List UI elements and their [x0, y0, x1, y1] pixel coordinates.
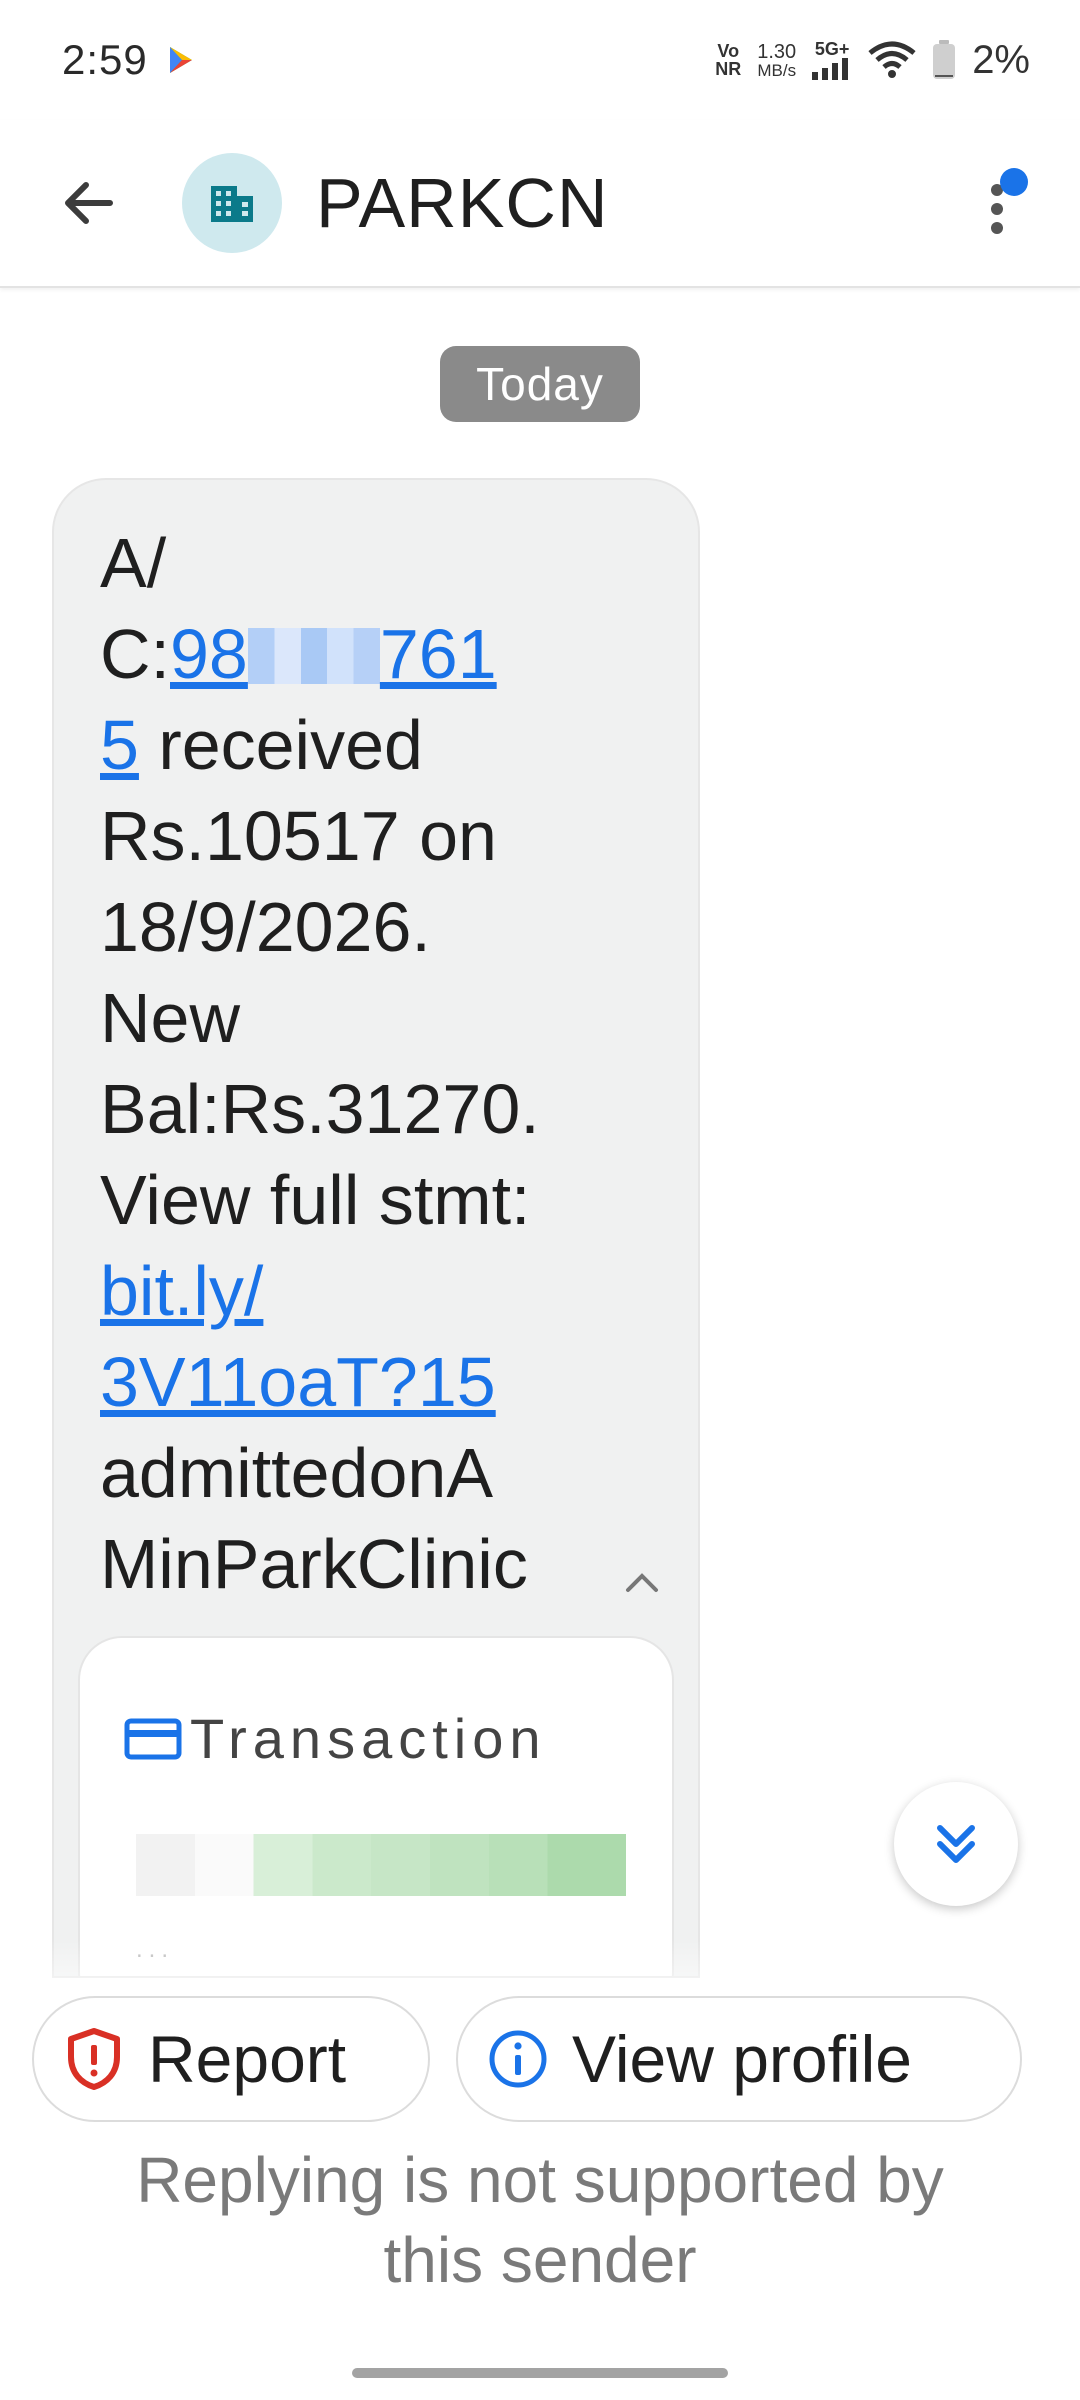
data-speed: 1.30 MB/s	[757, 42, 796, 79]
credit-card-icon	[124, 1718, 182, 1759]
arrow-left-icon	[65, 182, 113, 224]
more-options-button[interactable]	[972, 160, 1052, 250]
shield-alert-icon	[62, 2027, 126, 2091]
card-title: Transaction	[190, 1707, 547, 1770]
message-text: A/ C:98 761 5 received Rs.10517 on 18/9/2…	[100, 518, 640, 1610]
status-bar: 2:59 Vo NR 1.30 MB/s 5G+ 2%	[0, 0, 1080, 120]
reply-note-line: Replying is not supported by	[136, 2144, 944, 2216]
report-button[interactable]: Report	[32, 1996, 430, 2122]
battery-percent: 2%	[972, 37, 1030, 82]
reply-not-supported-note: Replying is not supported by this sender	[40, 2140, 1040, 2300]
redacted-transaction-details	[136, 1834, 626, 1896]
double-chevron-down-icon	[937, 1825, 975, 1863]
message-line: 5 received	[100, 700, 640, 791]
date-separator: Today	[440, 346, 640, 422]
building-icon	[211, 186, 253, 222]
message-line: 3V11oaT?15	[100, 1337, 640, 1428]
message-line: A/	[100, 524, 167, 602]
message-fragment: C:	[100, 615, 170, 693]
report-label: Report	[148, 2022, 347, 2096]
info-icon	[486, 2027, 550, 2091]
conversation-header: PARKCN	[0, 120, 1080, 288]
volte-top: Vo	[717, 41, 740, 61]
message-line: View full stmt:	[100, 1161, 531, 1239]
message-line: C:98 761	[100, 609, 640, 700]
data-speed-value: 1.30	[757, 40, 797, 63]
page-title[interactable]: PARKCN	[316, 163, 609, 243]
message-bubble[interactable]: A/ C:98 761 5 received Rs.10517 on 18/9/2…	[52, 478, 700, 1978]
message-line: New	[100, 979, 241, 1057]
view-profile-label: View profile	[572, 2022, 912, 2096]
battery-icon	[932, 40, 956, 80]
link-text: 98	[170, 615, 248, 693]
avatar[interactable]	[182, 153, 282, 253]
wifi-icon	[868, 41, 916, 79]
statement-link[interactable]: bit.ly/	[100, 1252, 263, 1330]
clock: 2:59	[62, 36, 148, 83]
message-fragment: received	[138, 706, 423, 784]
bottom-panel: Report View profile Replying is not supp…	[0, 1980, 1080, 2400]
account-number-link[interactable]: 98 761	[170, 615, 497, 693]
volte-bottom: NR	[715, 59, 742, 79]
message-line: Rs.10517 on	[100, 797, 497, 875]
status-right: Vo NR 1.30 MB/s 5G+ 2%	[715, 38, 1030, 83]
signal-icon	[812, 58, 852, 80]
message-line: Bal:Rs.31270.	[100, 1070, 540, 1148]
network-type: 5G+	[812, 40, 852, 80]
scroll-to-bottom-button[interactable]	[894, 1782, 1018, 1906]
card-header: Transaction	[124, 1706, 547, 1771]
back-button[interactable]	[38, 153, 138, 253]
message-line: 18/9/2026.	[100, 888, 431, 966]
view-profile-button[interactable]: View profile	[456, 1996, 1022, 2122]
message-line: bit.ly/	[100, 1246, 640, 1337]
chevron-up-icon[interactable]	[622, 1566, 662, 1596]
home-indicator[interactable]	[352, 2368, 728, 2378]
play-store-icon	[168, 45, 194, 75]
message-line: MinParkClinic	[100, 1525, 528, 1603]
reply-note-line: this sender	[383, 2224, 697, 2296]
statement-link-cont[interactable]: 3V11oaT?15	[100, 1343, 496, 1421]
redacted-digits	[247, 628, 380, 684]
account-number-link-end[interactable]: 5	[100, 706, 139, 784]
message-line: admittedonA	[100, 1434, 494, 1512]
data-speed-unit: MB/s	[757, 60, 797, 80]
volte-indicator: Vo NR	[715, 42, 741, 78]
network-label: 5G+	[814, 39, 850, 59]
transaction-card[interactable]: Transaction ...	[78, 1636, 674, 1976]
more-vert-icon	[991, 168, 1028, 234]
status-left: 2:59	[62, 36, 194, 84]
link-text: 761	[379, 615, 497, 693]
